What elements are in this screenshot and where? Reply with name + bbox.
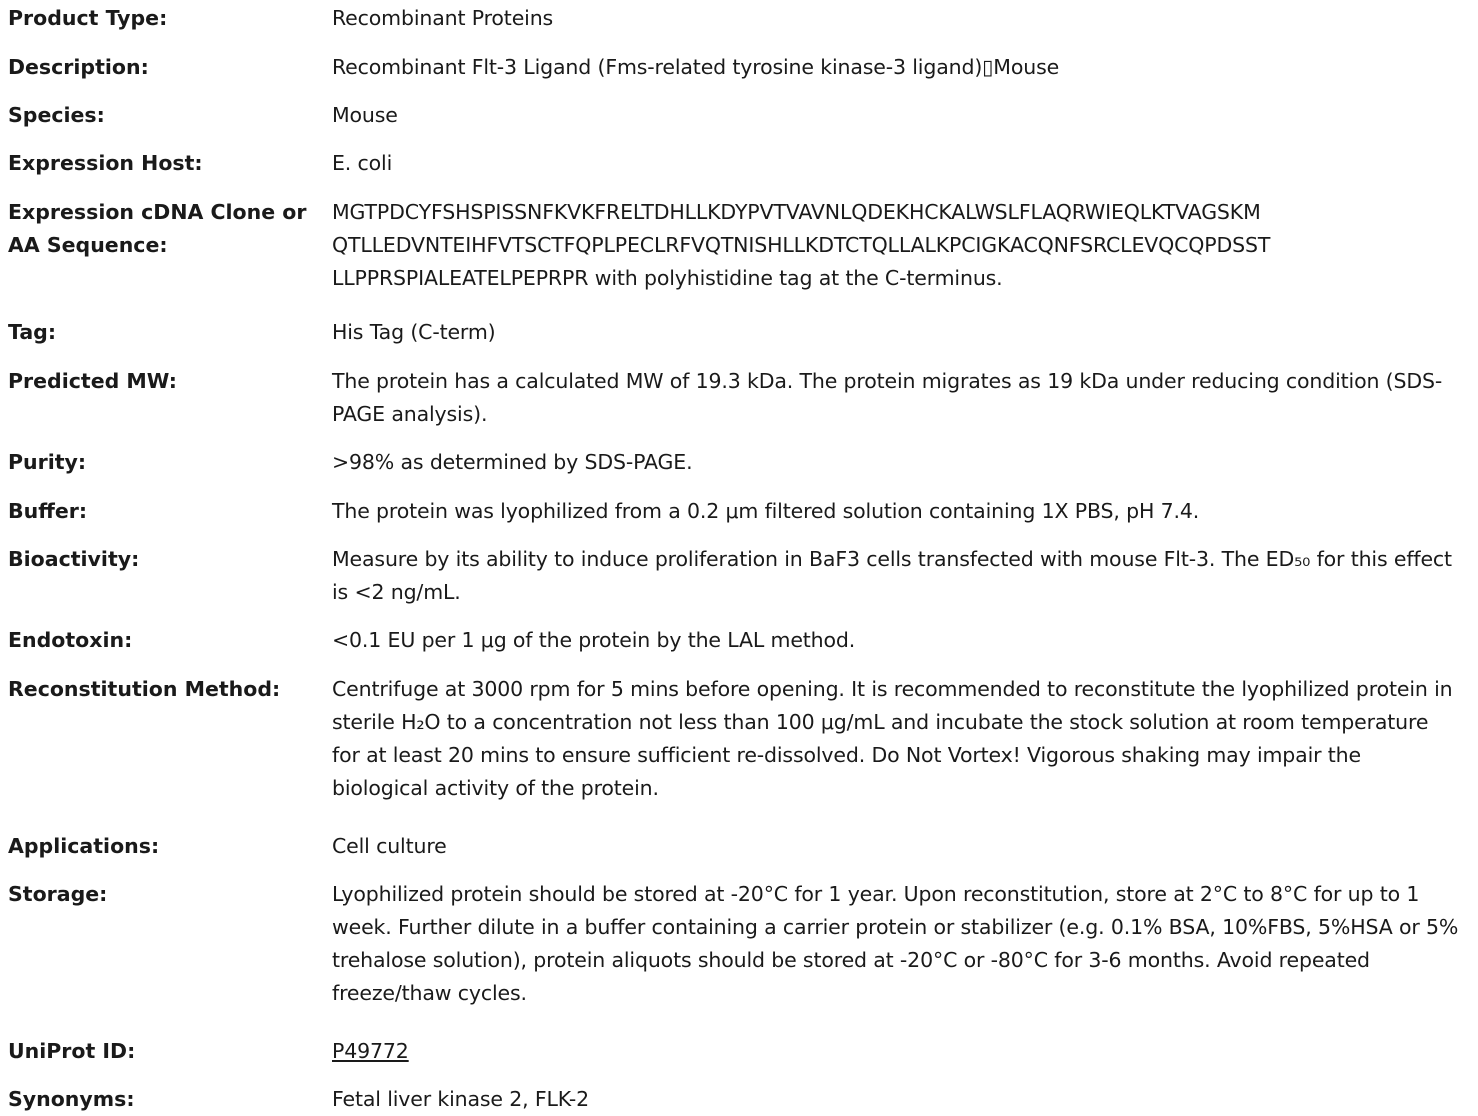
spec-row-tag: Tag: His Tag (C-term) [0,316,1478,349]
spec-row-species: Species: Mouse [0,99,1478,132]
spec-value: Recombinant Proteins [332,6,554,30]
spec-row-description: Description: Recombinant Flt-3 Ligand (F… [0,51,1478,84]
spec-row-applications: Applications: Cell culture [0,830,1478,863]
sequence-line: QTLLEDVNTEIHFVTSCTFQPLPECLRFVQTNISHLLKDT… [332,233,1271,257]
spec-row-expression-host: Expression Host: E. coli [0,147,1478,180]
sequence-line: LLPPRSPIALEATELPEPRPR with polyhistidine… [332,266,1003,290]
spec-label: Synonyms: [8,1087,135,1111]
spec-value: MGTPDCYFSHSPISSNFKVKFRELTDHLLKDYPVTVAVNL… [332,196,1460,295]
spec-value: Centrifuge at 3000 rpm for 5 mins before… [332,677,1453,800]
spec-value: The protein was lyophilized from a 0.2 μ… [332,499,1200,523]
spec-row-reconstitution: Reconstitution Method: Centrifuge at 300… [0,673,1478,805]
spec-value: Measure by its ability to induce prolife… [332,547,1452,604]
spec-row-buffer: Buffer: The protein was lyophilized from… [0,495,1478,528]
spec-label: Bioactivity: [8,547,140,571]
uniprot-link[interactable]: P49772 [332,1039,409,1063]
spec-label: Buffer: [8,499,88,523]
spec-label: Tag: [8,320,57,344]
spec-label: Applications: [8,834,160,858]
spec-row-predicted-mw: Predicted MW: The protein has a calculat… [0,365,1478,431]
spec-label: UniProt ID: [8,1039,136,1063]
spec-value: Cell culture [332,834,447,858]
spec-value: His Tag (C-term) [332,320,496,344]
spec-row-product-type: Product Type: Recombinant Proteins [0,2,1478,35]
spec-row-synonyms: Synonyms: Fetal liver kinase 2, FLK-2 [0,1083,1478,1116]
spec-row-purity: Purity: >98% as determined by SDS-PAGE. [0,446,1478,479]
spec-row-storage: Storage: Lyophilized protein should be s… [0,878,1478,1010]
spec-row-bioactivity: Bioactivity: Measure by its ability to i… [0,543,1478,609]
spec-value: P49772 [332,1035,1460,1068]
spec-row-sequence: Expression cDNA Clone or AA Sequence: MG… [0,196,1478,295]
spec-label: Product Type: [8,6,168,30]
spec-label: Expression Host: [8,151,203,175]
spec-label: Purity: [8,450,87,474]
spec-label: Species: [8,103,105,127]
spec-value: >98% as determined by SDS-PAGE. [332,450,693,474]
sequence-line: MGTPDCYFSHSPISSNFKVKFRELTDHLLKDYPVTVAVNL… [332,200,1261,224]
spec-value: Recombinant Flt-3 Ligand (Fms-related ty… [332,55,1060,79]
spec-value: <0.1 EU per 1 μg of the protein by the L… [332,628,856,652]
spec-value: Lyophilized protein should be stored at … [332,882,1459,1005]
spec-label: Expression cDNA Clone or AA Sequence: [8,200,307,257]
spec-value: E. coli [332,151,393,175]
spec-label: Storage: [8,882,108,906]
spec-value: Fetal liver kinase 2, FLK-2 [332,1087,590,1111]
spec-label: Reconstitution Method: [8,677,281,701]
spec-value: Mouse [332,103,398,127]
spec-label: Predicted MW: [8,369,177,393]
spec-label: Endotoxin: [8,628,133,652]
spec-label: Description: [8,55,149,79]
spec-row-endotoxin: Endotoxin: <0.1 EU per 1 μg of the prote… [0,624,1478,657]
spec-value: The protein has a calculated MW of 19.3 … [332,369,1443,426]
spec-row-uniprot-id: UniProt ID: P49772 [0,1035,1478,1068]
